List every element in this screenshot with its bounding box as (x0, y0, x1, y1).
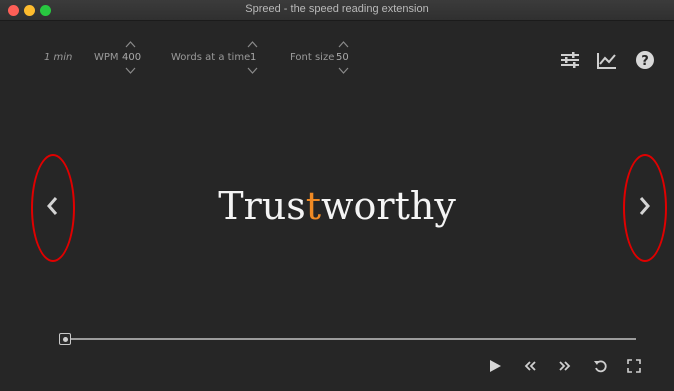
window-title: Spreed - the speed reading extension (245, 3, 429, 15)
word-prefix: Trus (218, 184, 306, 228)
app-window: Spreed - the speed reading extension 1 m… (0, 0, 674, 391)
settings-sliders-icon[interactable] (560, 50, 580, 70)
restart-icon[interactable] (593, 358, 607, 373)
word-suffix: worthy (321, 184, 456, 228)
svg-text:?: ? (641, 54, 649, 69)
wpm-increase-chevron-up-icon[interactable] (125, 40, 136, 49)
wpm-decrease-chevron-down-icon[interactable] (125, 66, 136, 75)
fullscreen-icon[interactable] (627, 358, 641, 373)
words-decrease-chevron-down-icon[interactable] (247, 66, 258, 75)
font-decrease-chevron-down-icon[interactable] (338, 66, 349, 75)
title-bar: Spreed - the speed reading extension (0, 0, 674, 21)
words-increase-chevron-up-icon[interactable] (247, 40, 258, 49)
time-estimate: 1 min (44, 52, 73, 63)
fast-forward-icon[interactable] (558, 358, 572, 372)
rewind-icon[interactable] (523, 358, 537, 372)
wpm-value[interactable]: 400 (122, 52, 141, 63)
wpm-label: WPM (94, 52, 119, 63)
font-increase-chevron-up-icon[interactable] (338, 40, 349, 49)
stats-chart-icon[interactable] (597, 50, 617, 70)
words-at-a-time-value[interactable]: 1 (250, 52, 256, 63)
help-icon[interactable]: ? (635, 50, 655, 70)
play-icon[interactable] (488, 358, 502, 372)
progress-track[interactable] (66, 338, 636, 340)
words-at-a-time-label: Words at a time (171, 52, 251, 63)
word-focus-letter: t (305, 184, 321, 228)
font-size-label: Font size (290, 52, 335, 63)
current-word: Trustworthy (0, 184, 674, 228)
progress-slider-handle[interactable] (59, 333, 71, 345)
font-size-value[interactable]: 50 (336, 52, 349, 63)
